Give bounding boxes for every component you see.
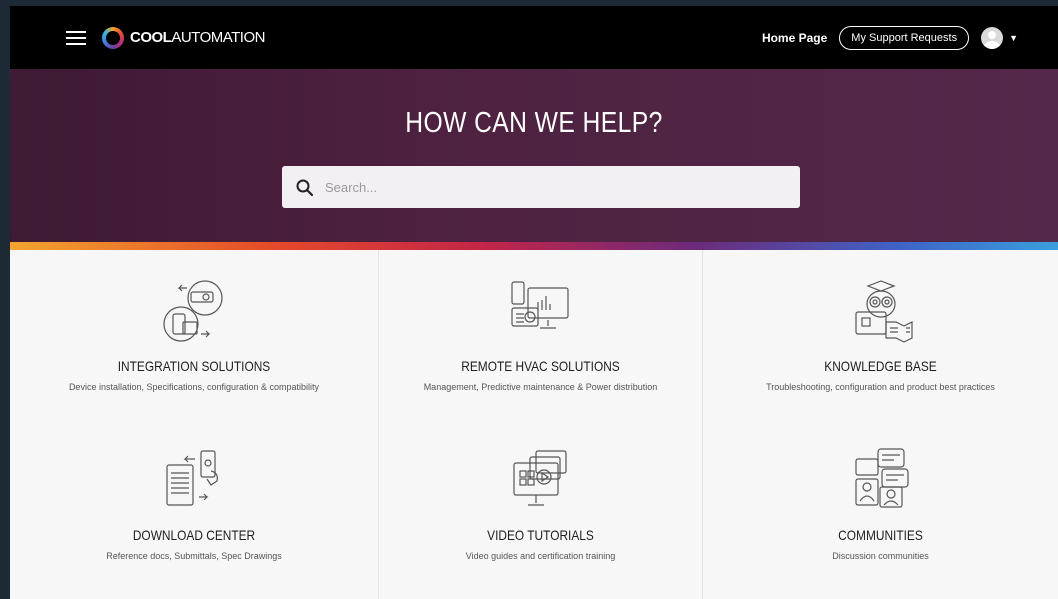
coolautomation-logo[interactable]: COOLAUTOMATION [102,26,265,49]
download-icon [166,450,218,506]
hero-title: HOW CAN WE HELP? [405,107,663,139]
my-support-requests-button[interactable]: My Support Requests [839,25,970,50]
category-grid: INTEGRATION SOLUTIONS Device installatio… [10,250,1058,599]
card-subtitle: Video guides and certification training [465,551,616,561]
card-subtitle: Device installation, Specifications, con… [68,382,320,392]
card-subtitle: Management, Predictive maintenance & Pow… [423,382,658,392]
nav-right: Home Page My Support Requests ▼ [762,25,1018,50]
logo-light-text: AUTOMATION [171,29,265,46]
card-title: VIDEO TUTORIALS [487,527,594,543]
card-title: KNOWLEDGE BASE [824,358,937,374]
communities-icon [854,448,909,508]
card-title: COMMUNITIES [838,527,923,543]
card-remote-hvac-solutions[interactable]: REMOTE HVAC SOLUTIONS Management, Predic… [378,250,703,437]
hero-banner: HOW CAN WE HELP? [10,69,1058,242]
user-avatar[interactable] [981,26,1004,49]
logo-text: COOLAUTOMATION [130,29,265,46]
card-communities[interactable]: COMMUNITIES Discussion communities [703,437,1058,599]
hamburger-menu-icon[interactable] [66,30,86,45]
logo-ring-icon [102,26,124,49]
search-input[interactable] [323,178,767,196]
remote-hvac-icon [510,281,569,329]
logo-bold-text: COOL [130,29,172,46]
chevron-down-icon[interactable]: ▼ [1009,33,1018,43]
card-title: INTEGRATION SOLUTIONS [117,358,271,374]
card-subtitle: Reference docs, Submittals, Spec Drawing… [106,551,282,561]
card-title: REMOTE HVAC SOLUTIONS [461,358,620,374]
integration-icon [163,280,223,342]
card-video-tutorials[interactable]: VIDEO TUTORIALS Video guides and certifi… [378,437,703,599]
knowledge-owl-icon [854,280,913,343]
home-page-link[interactable]: Home Page [762,31,827,45]
app-frame: COOLAUTOMATION Home Page My Support Requ… [10,6,1058,599]
video-icon [512,450,567,506]
top-navbar: COOLAUTOMATION Home Page My Support Requ… [10,6,1058,69]
card-download-center[interactable]: DOWNLOAD CENTER Reference docs, Submitta… [10,437,378,599]
card-subtitle: Troubleshooting, configuration and produ… [766,382,995,392]
card-title: DOWNLOAD CENTER [132,527,256,543]
search-icon [296,179,313,196]
card-subtitle: Discussion communities [832,551,929,561]
card-integration-solutions[interactable]: INTEGRATION SOLUTIONS Device installatio… [10,250,378,437]
gradient-stripe [10,242,1058,250]
search-bar[interactable] [282,166,800,208]
card-knowledge-base[interactable]: KNOWLEDGE BASE Troubleshooting, configur… [703,250,1058,437]
